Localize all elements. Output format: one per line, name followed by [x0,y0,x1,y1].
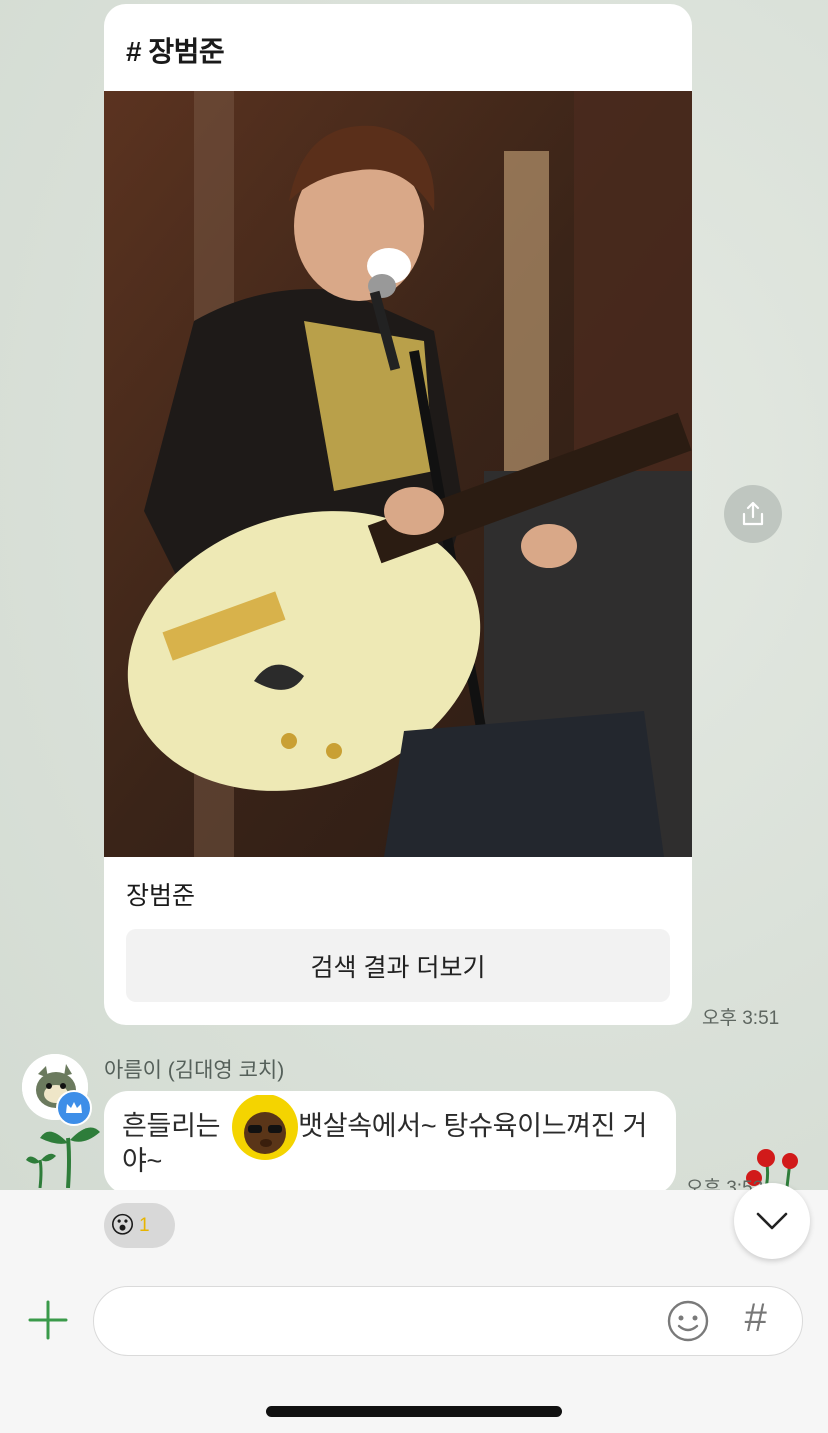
share-button[interactable] [724,485,782,543]
plus-icon [28,1300,68,1340]
reaction-emoji: 😮 [110,1212,136,1239]
reaction-chip[interactable]: 😮 1 [104,1203,175,1248]
share-icon [742,501,764,526]
home-indicator [266,1406,562,1417]
card-photo[interactable] [104,91,692,857]
message-text: 흔들리는 뱃살속에서~ 탕슈육이느껴진 거야~ [122,1109,668,1179]
crown-badge [56,1090,92,1126]
crown-icon [66,1102,82,1113]
reaction-count: 1 [139,1214,150,1236]
card-caption: 장범준 [126,882,196,910]
frodo-emoticon [232,1095,298,1160]
plant-decoration [26,1127,100,1188]
search-result-card[interactable]: # 장범준 장범준 검색 결과 더보기 [104,4,692,1025]
card-timestamp: 오후 3:51 [702,1008,780,1029]
emoji-icon [667,1300,709,1342]
message-bubble[interactable]: 흔들리는 뱃살속에서~ 탕슈육이느껴진 거야~ [104,1091,676,1194]
emoji-button[interactable] [665,1298,711,1344]
sender-name: 아름이 (김대영 코치) [104,1059,285,1082]
attach-button[interactable] [26,1298,70,1342]
card-title: # 장범준 [126,36,225,67]
scroll-to-bottom-button[interactable] [734,1183,810,1259]
hashtag-search-button[interactable]: # [744,1296,766,1341]
search-more-button[interactable]: 검색 결과 더보기 [126,929,670,1002]
chevron-down-icon [756,1212,788,1230]
message-text-before: 흔들리는 [122,1111,221,1141]
